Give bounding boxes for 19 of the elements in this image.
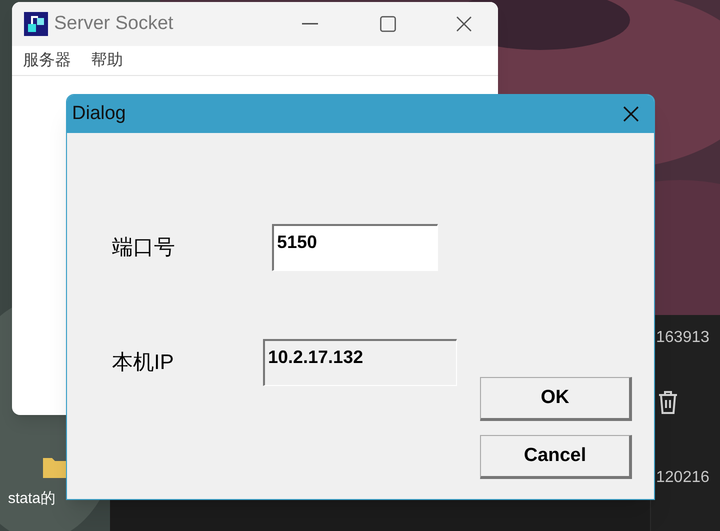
minimize-icon[interactable] — [302, 23, 318, 25]
field-label: 本机IP — [112, 350, 175, 376]
trash-icon[interactable] — [657, 390, 679, 415]
text-field[interactable]: 5150 — [272, 224, 438, 271]
cancel-button[interactable]: Cancel — [480, 435, 632, 479]
ok-button[interactable]: OK — [480, 377, 632, 421]
close-icon[interactable] — [623, 106, 639, 122]
dialog-title: Dialog — [72, 102, 126, 126]
file-name[interactable]: 163913 — [656, 330, 710, 346]
window-title: Server Socket — [54, 12, 174, 36]
menu-item[interactable]: 服务器 — [23, 48, 71, 72]
app-icon — [24, 12, 48, 36]
text-field: 10.2.17.132 — [263, 339, 457, 386]
desktop-icon-label[interactable]: stata的 — [8, 490, 56, 509]
close-icon[interactable] — [456, 16, 472, 32]
maximize-icon[interactable] — [380, 16, 396, 32]
field-label: 端口号 — [112, 234, 176, 261]
file-name[interactable]: 120216 — [656, 470, 710, 486]
menu-item[interactable]: 帮助 — [91, 48, 123, 72]
